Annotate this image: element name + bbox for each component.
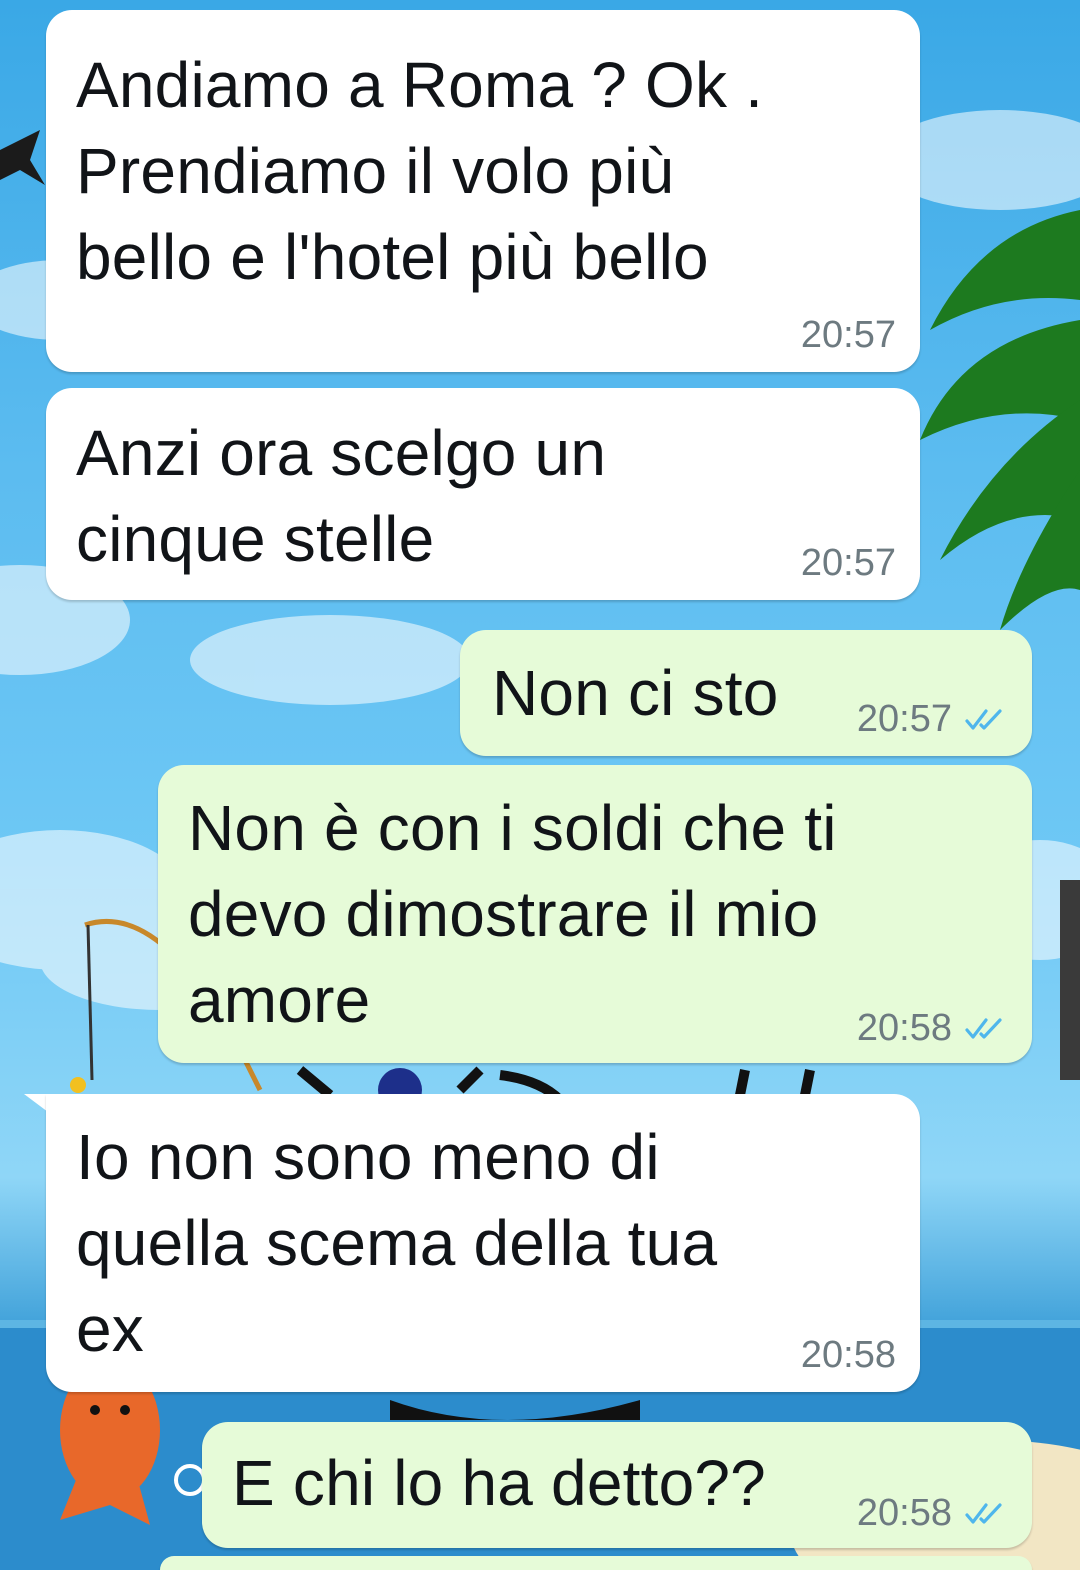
message-timestamp: 20:58 [856, 1492, 952, 1534]
double-check-icon [965, 1503, 1002, 1524]
double-check-icon [965, 1018, 1002, 1039]
message-text: E chi lo ha detto?? [232, 1447, 766, 1519]
message-bubble-outgoing-partial[interactable] [160, 1556, 1032, 1570]
message-bubble-incoming[interactable]: Io non sono meno di quella scema della t… [46, 1094, 920, 1392]
message-bubble-outgoing[interactable]: Non è con i soldi che ti devo dimostrare… [158, 765, 1032, 1063]
message-timestamp: 20:58 [800, 1334, 896, 1376]
message-text: Anzi ora scelgo un cinque stelle [76, 417, 607, 575]
message-text: Andiamo a Roma ? Ok . Prendiamo il volo … [76, 49, 764, 293]
message-bubble-incoming[interactable]: Anzi ora scelgo un cinque stelle 20:57 [46, 388, 920, 600]
message-text: Non ci sto [492, 657, 779, 729]
message-bubble-outgoing[interactable]: E chi lo ha detto?? 20:58 [202, 1422, 1032, 1548]
message-bubble-outgoing[interactable]: Non ci sto 20:57 [460, 630, 1032, 756]
message-timestamp: 20:57 [856, 698, 952, 740]
message-timestamp: 20:57 [800, 314, 896, 356]
double-check-icon [965, 709, 1002, 730]
message-timestamp: 20:58 [856, 1007, 952, 1049]
message-timestamp: 20:57 [800, 542, 896, 584]
message-bubble-incoming[interactable]: Andiamo a Roma ? Ok . Prendiamo il volo … [46, 10, 920, 372]
message-text: Non è con i soldi che ti devo dimostrare… [188, 792, 837, 1036]
message-text: Io non sono meno di quella scema della t… [76, 1121, 718, 1365]
